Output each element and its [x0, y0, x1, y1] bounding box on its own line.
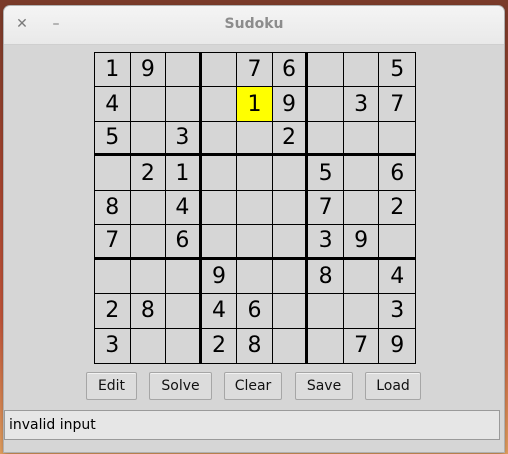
sudoku-cell[interactable] [166, 53, 202, 88]
sudoku-cell[interactable]: 9 [379, 329, 415, 363]
sudoku-cell[interactable] [272, 225, 309, 260]
sudoku-cell[interactable]: 3 [379, 294, 415, 329]
sudoku-cell[interactable]: 3 [308, 225, 344, 260]
status-field[interactable]: invalid input [4, 410, 500, 440]
sudoku-cell[interactable] [130, 225, 167, 260]
sudoku-cell[interactable]: 7 [95, 225, 131, 260]
sudoku-cell[interactable] [379, 122, 415, 157]
sudoku-cell[interactable] [166, 259, 202, 295]
sudoku-cell[interactable] [273, 328, 309, 363]
sudoku-cell[interactable]: 1 [166, 156, 202, 191]
sudoku-cell[interactable]: 4 [95, 87, 131, 122]
sudoku-cell[interactable] [95, 259, 131, 295]
sudoku-cell[interactable] [308, 328, 344, 363]
sudoku-cell[interactable] [308, 53, 344, 88]
sudoku-cell[interactable]: 7 [379, 87, 415, 122]
sudoku-cell[interactable]: 4 [201, 294, 238, 329]
load-button[interactable]: Load [365, 372, 421, 400]
sudoku-cell[interactable]: 9 [201, 259, 238, 295]
sudoku-cell[interactable]: 2 [95, 294, 131, 329]
sudoku-cell[interactable]: 3 [166, 121, 202, 157]
sudoku-grid: 19765419375322156847276399842846332879 [94, 52, 416, 364]
sudoku-cell[interactable]: 7 [344, 328, 380, 363]
sudoku-cell[interactable] [343, 294, 380, 329]
sudoku-cell[interactable] [130, 259, 167, 295]
sudoku-cell[interactable] [308, 294, 344, 329]
sudoku-cell[interactable]: 3 [95, 328, 131, 363]
sudoku-cell[interactable] [201, 156, 238, 191]
sudoku-cell[interactable]: 2 [202, 328, 238, 363]
sudoku-cell[interactable] [308, 87, 344, 122]
sudoku-cell[interactable]: 1 [95, 53, 131, 88]
sudoku-cell[interactable]: 7 [308, 190, 344, 226]
sudoku-cell[interactable] [343, 53, 380, 88]
sudoku-cell[interactable]: 9 [272, 87, 309, 122]
sudoku-cell[interactable] [131, 328, 167, 363]
clear-button[interactable]: Clear [224, 372, 282, 400]
sudoku-cell[interactable] [130, 190, 167, 226]
sudoku-cell[interactable] [166, 328, 202, 363]
sudoku-cell[interactable]: 8 [237, 328, 273, 363]
sudoku-cell[interactable] [272, 190, 309, 226]
sudoku-cell[interactable]: 2 [379, 191, 415, 226]
sudoku-cell[interactable] [201, 87, 238, 122]
sudoku-cell[interactable]: 5 [95, 121, 131, 157]
sudoku-cell[interactable] [166, 294, 202, 329]
sudoku-cell[interactable]: 4 [166, 190, 202, 226]
solve-button[interactable]: Solve [149, 372, 212, 400]
sudoku-cell[interactable] [130, 87, 167, 122]
sudoku-cell[interactable] [201, 121, 238, 157]
sudoku-cell[interactable] [166, 87, 202, 122]
sudoku-cell[interactable] [130, 121, 167, 157]
sudoku-cell[interactable]: 7 [237, 53, 273, 88]
sudoku-cell[interactable] [379, 225, 415, 260]
sudoku-cell[interactable]: 6 [379, 156, 415, 191]
sudoku-cell[interactable]: 6 [272, 53, 309, 88]
sudoku-cell[interactable] [343, 156, 380, 191]
window-title: Sudoku [224, 16, 284, 32]
sudoku-window: ✕ – Sudoku 19765419375322156847276399842… [4, 6, 504, 452]
sudoku-cell[interactable] [272, 156, 309, 191]
edit-button[interactable]: Edit [86, 372, 137, 400]
sudoku-cell[interactable] [201, 53, 238, 88]
sudoku-cell[interactable]: 8 [130, 294, 167, 329]
sudoku-cell-selected[interactable]: 1 [237, 87, 273, 122]
sudoku-cell[interactable]: 3 [343, 87, 380, 122]
sudoku-cell[interactable]: 8 [308, 259, 344, 295]
sudoku-cell[interactable] [237, 121, 273, 157]
sudoku-cell[interactable] [308, 121, 344, 157]
button-row: Edit Solve Clear Save Load [4, 372, 504, 402]
sudoku-cell[interactable] [343, 121, 380, 157]
sudoku-cell[interactable] [237, 259, 273, 295]
sudoku-cell[interactable] [272, 259, 309, 295]
sudoku-cell[interactable] [343, 190, 380, 226]
sudoku-cell[interactable]: 2 [272, 121, 309, 157]
sudoku-cell[interactable]: 6 [237, 294, 273, 329]
sudoku-cell[interactable]: 8 [95, 190, 131, 226]
sudoku-cell[interactable]: 5 [379, 53, 415, 88]
save-button[interactable]: Save [295, 372, 353, 400]
sudoku-cell[interactable] [201, 225, 238, 260]
title-bar: ✕ – Sudoku [4, 6, 504, 45]
sudoku-cell[interactable] [272, 294, 309, 329]
sudoku-cell[interactable]: 4 [379, 260, 415, 295]
sudoku-cell[interactable]: 6 [166, 225, 202, 260]
sudoku-cell[interactable] [343, 259, 380, 295]
sudoku-cell[interactable]: 9 [343, 225, 380, 260]
sudoku-cell[interactable] [237, 225, 273, 260]
sudoku-cell[interactable] [237, 156, 273, 191]
sudoku-cell[interactable]: 2 [130, 156, 167, 191]
sudoku-cell[interactable] [95, 156, 131, 191]
sudoku-cell[interactable]: 5 [308, 156, 344, 191]
sudoku-cell[interactable] [237, 190, 273, 226]
sudoku-cell[interactable]: 9 [130, 53, 167, 88]
sudoku-cell[interactable] [201, 190, 238, 226]
